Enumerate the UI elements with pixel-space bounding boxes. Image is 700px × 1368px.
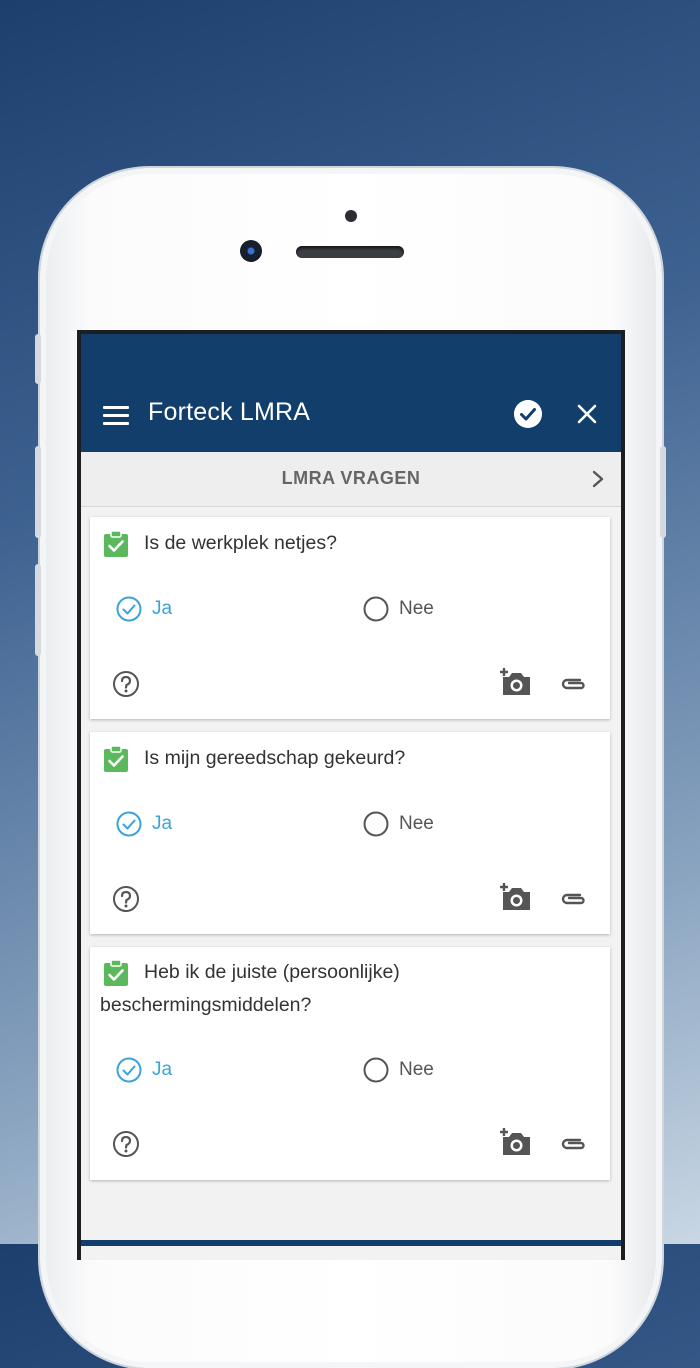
add-photo-icon[interactable]	[500, 883, 532, 911]
radio-nee[interactable]: Nee	[363, 1057, 434, 1083]
attachment-icon[interactable]	[560, 676, 588, 692]
question-text: Is mijn gereedschap gekeurd?	[144, 747, 406, 769]
radio-unchecked-icon	[363, 596, 389, 622]
help-icon[interactable]	[112, 1130, 140, 1158]
radio-checked-icon	[116, 596, 142, 622]
radio-unchecked-icon	[363, 811, 389, 837]
bottom-bar-edge	[81, 1240, 621, 1246]
question-card: Is de werkplek netjes? Ja Nee	[90, 517, 610, 719]
phone-side-button	[660, 446, 666, 538]
help-icon[interactable]	[112, 885, 140, 913]
question-text: Is de werkplek netjes?	[144, 532, 337, 554]
tab-label: LMRA VRAGEN	[281, 468, 421, 488]
radio-label-nee: Nee	[399, 1059, 434, 1080]
app-title: Forteck LMRA	[148, 398, 311, 426]
app-bar: Forteck LMRA	[81, 334, 621, 452]
attachment-icon[interactable]	[560, 891, 588, 907]
radio-ja[interactable]: Ja	[116, 596, 172, 622]
add-photo-icon[interactable]	[500, 668, 532, 696]
tab-lmra-vragen[interactable]: LMRA VRAGEN	[81, 452, 621, 507]
check-circle-icon[interactable]	[514, 400, 542, 428]
radio-ja[interactable]: Ja	[116, 1057, 172, 1083]
radio-checked-icon	[116, 811, 142, 837]
radio-label-ja: Ja	[152, 813, 173, 834]
radio-label-ja: Ja	[152, 598, 173, 619]
radio-label-nee: Nee	[399, 598, 434, 619]
question-card: Heb ik de juiste (persoonlijke) bescherm…	[90, 947, 610, 1180]
radio-label-nee: Nee	[399, 813, 434, 834]
phone-side-button	[35, 564, 41, 656]
question-card: Is mijn gereedschap gekeurd? Ja Nee	[90, 732, 610, 934]
radio-nee[interactable]: Nee	[363, 596, 434, 622]
close-icon[interactable]	[575, 402, 599, 426]
phone-camera	[240, 240, 262, 262]
phone-side-button	[35, 446, 41, 538]
question-list: Is de werkplek netjes? Ja Nee Is mijn ge…	[81, 507, 621, 1260]
menu-icon[interactable]	[103, 406, 129, 426]
add-photo-icon[interactable]	[500, 1128, 532, 1156]
phone-sensor	[345, 210, 357, 222]
question-text: Heb ik de juiste (persoonlijke) bescherm…	[100, 961, 400, 1016]
radio-label-ja: Ja	[152, 1059, 173, 1080]
app-screen: Forteck LMRA LMRA VRAGEN Is de werkplek …	[77, 330, 625, 1260]
help-icon[interactable]	[112, 670, 140, 698]
phone-side-button	[35, 334, 41, 384]
radio-nee[interactable]: Nee	[363, 811, 434, 837]
radio-checked-icon	[116, 1057, 142, 1083]
radio-ja[interactable]: Ja	[116, 811, 172, 837]
attachment-icon[interactable]	[560, 1136, 588, 1152]
radio-unchecked-icon	[363, 1057, 389, 1083]
chevron-right-icon[interactable]	[591, 469, 605, 489]
phone-speaker	[296, 246, 404, 258]
